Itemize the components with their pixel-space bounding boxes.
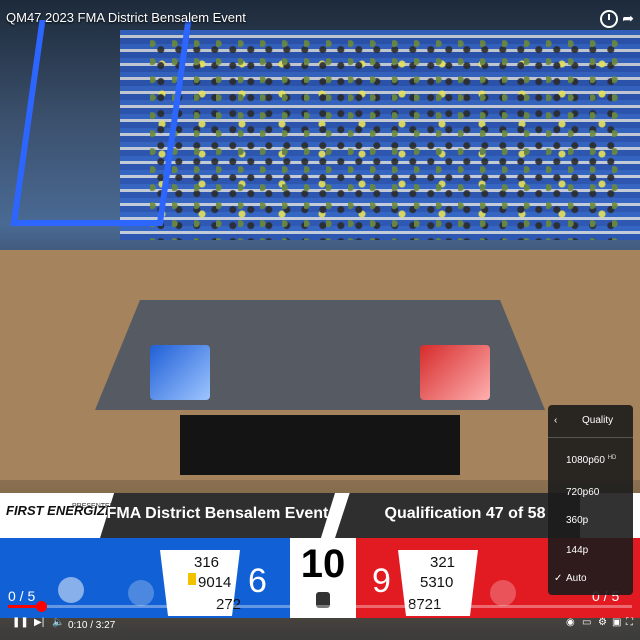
yellow-card-icon	[188, 573, 196, 585]
tv-icon[interactable]	[128, 580, 154, 606]
player-controls: ❚❚ ▶| 🔈 0:10 / 3:27 ◉ ▭ ⚙ ▣ ⛶	[0, 612, 640, 640]
captions-icon[interactable]: ▭	[582, 617, 591, 628]
quality-option-720p60[interactable]: 720p60	[566, 487, 599, 498]
back-chevron-icon[interactable]: ‹	[554, 415, 557, 426]
quality-option-360p[interactable]: 360p	[566, 515, 588, 526]
quality-menu: ‹ Quality 1080p60 HD 720p60 360p 144p ✓ …	[548, 405, 633, 595]
scoring-table	[180, 415, 460, 475]
check-icon: ✓	[554, 573, 563, 584]
quality-option-144p[interactable]: 144p	[566, 545, 588, 556]
miniplayer-icon[interactable]: ▣	[612, 617, 621, 628]
quality-option-1080p60[interactable]: 1080p60 HD	[566, 455, 616, 466]
match-name: Qualification 47 of 58	[384, 505, 546, 522]
scrubber-handle[interactable]	[36, 601, 47, 612]
next-icon[interactable]: ▶|	[34, 617, 44, 628]
volume-icon[interactable]: 🔈	[52, 617, 64, 628]
autoplay-icon[interactable]: ◉	[566, 617, 575, 628]
hd-badge: HD	[607, 455, 617, 461]
left-chapter-counter: 0 / 5	[8, 588, 36, 604]
watch-later-icon[interactable]	[600, 10, 618, 28]
crowd	[150, 40, 620, 240]
pause-icon[interactable]: ❚❚	[12, 617, 29, 628]
blue-alliance-station	[150, 345, 210, 400]
share-icon[interactable]: ➦	[622, 10, 634, 27]
quality-label: 1080p60	[566, 455, 605, 466]
red-team-2: 5310	[420, 574, 454, 591]
blue-score: 6	[248, 562, 267, 600]
progress-fill	[8, 605, 40, 608]
blue-team-1: 316	[194, 554, 220, 571]
progress-bar[interactable]	[8, 601, 632, 612]
blue-team-2: 9014	[198, 574, 232, 591]
link-icon[interactable]	[58, 577, 84, 603]
settings-icon[interactable]: ⚙	[598, 617, 607, 628]
time-display: 0:10 / 3:27	[68, 620, 116, 631]
basketball-hoop	[10, 20, 192, 226]
red-score: 9	[372, 562, 391, 600]
red-team-1: 321	[430, 554, 456, 571]
match-timer: 10	[300, 542, 346, 586]
quality-menu-title: Quality	[582, 415, 614, 426]
fullscreen-icon[interactable]: ⛶	[626, 617, 633, 628]
red-alliance-station	[420, 345, 490, 400]
quality-option-auto[interactable]: Auto	[566, 573, 587, 584]
divider	[548, 437, 633, 438]
video-title[interactable]: QM47 2023 FMA District Bensalem Event	[6, 10, 246, 25]
event-name: FMA District Bensalem Event	[106, 505, 329, 522]
tv-icon-right[interactable]	[490, 580, 516, 606]
